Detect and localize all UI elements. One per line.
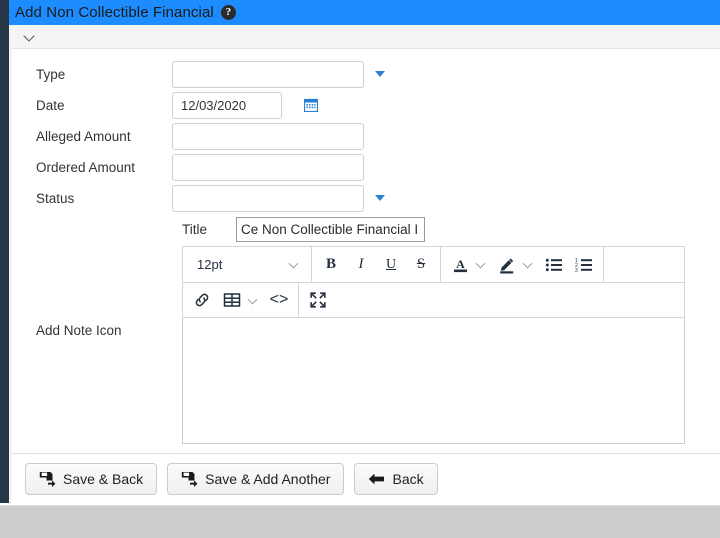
highlight-color-chevron-down-icon[interactable] [524,260,533,269]
toolbar-group-empty-1 [604,247,684,282]
section-collapse-bar[interactable] [12,25,720,49]
ordered-amount-input[interactable] [172,153,364,181]
save-and-add-another-button[interactable]: Save & Add Another [167,462,345,495]
page-root: Add Non Collectible Financial ? Type Dat… [0,0,720,538]
label-add-note-icon: Add Note Icon [36,323,122,338]
strikethrough-icon[interactable]: S [406,248,436,282]
toolbar-group-colors: A 1 2 3 [441,247,604,282]
toolbar-group-format: B I U S [312,247,441,282]
form-fields: Type Date 12/03/2020 Alleged Amount Orde… [12,49,720,444]
link-icon[interactable] [187,283,217,317]
label-status: Status [36,190,75,206]
save-and-back-label: Save & Back [63,470,144,487]
bullet-list-icon[interactable] [539,248,569,282]
status-dropdown-caret-icon[interactable] [375,195,385,201]
field-row-date: Date [12,90,720,120]
italic-icon[interactable]: I [346,248,376,282]
type-select-input[interactable] [172,60,364,88]
rich-text-editor-body[interactable] [182,318,685,444]
form-panel-inner: Type Date 12/03/2020 Alleged Amount Orde… [9,25,720,503]
field-row-ordered-amount: Ordered Amount [12,152,720,182]
save-icon [181,471,198,487]
font-size-select[interactable]: 12pt [187,248,307,282]
save-icon [39,471,56,487]
highlight-color-icon[interactable] [492,248,522,282]
svg-text:3: 3 [575,268,578,273]
rich-text-editor-toolbar: 12pt B I U S A 1 2 3 <> [182,246,685,318]
table-chevron-down-icon[interactable] [249,296,258,305]
toolbar-group-view [299,283,684,317]
date-input[interactable] [172,91,282,119]
text-color-icon[interactable]: A [445,248,475,282]
toolbar-row-1: 12pt B I U S A 1 2 3 [182,246,685,282]
page-title: Add Non Collectible Financial [15,4,214,21]
back-label: Back [392,470,424,487]
form-footer: Save & Back Save & Add Another Back [12,453,720,503]
toolbar-group-insert: <> [183,283,299,317]
title-input[interactable] [236,216,425,242]
calendar-icon[interactable] [303,98,319,113]
svg-text:A: A [456,257,465,271]
underline-icon[interactable]: U [376,248,406,282]
source-code-icon[interactable]: <> [264,283,294,317]
toolbar-row-2: <> [182,282,685,318]
table-icon[interactable] [217,283,247,317]
back-button[interactable]: Back [354,462,438,495]
panel-bottom-edge [0,503,720,506]
help-circle-icon[interactable]: ? [220,5,236,20]
label-type: Type [36,66,66,82]
field-row-title: Title [12,215,720,243]
type-dropdown-caret-icon[interactable] [375,71,385,77]
label-date: Date [36,97,65,113]
bold-icon[interactable]: B [316,248,346,282]
chevron-down-icon[interactable] [24,31,35,42]
text-color-chevron-down-icon[interactable] [477,260,486,269]
label-alleged-amount: Alleged Amount [36,128,131,144]
save-and-add-another-label: Save & Add Another [205,470,331,487]
fullscreen-icon[interactable] [303,283,333,317]
numbered-list-icon[interactable]: 1 2 3 [569,248,599,282]
form-panel: Type Date 12/03/2020 Alleged Amount Orde… [0,25,720,503]
field-row-type: Type [12,59,720,89]
window-titlebar: Add Non Collectible Financial ? [0,0,720,25]
field-row-status: Status [12,183,720,213]
label-ordered-amount: Ordered Amount [36,159,136,175]
label-title: Title [182,221,208,237]
alleged-amount-input[interactable] [172,122,364,150]
font-size-value: 12pt [197,257,223,272]
toolbar-group-fontsize: 12pt [183,247,312,282]
note-area: Add Note Icon 12pt B I U S A 1 2 3 <> [12,246,720,444]
save-and-back-button[interactable]: Save & Back [25,462,158,495]
field-row-alleged-amount: Alleged Amount [12,121,720,151]
status-select-input[interactable] [172,184,364,212]
arrow-left-icon [368,472,385,486]
chevron-down-icon[interactable] [290,260,299,269]
